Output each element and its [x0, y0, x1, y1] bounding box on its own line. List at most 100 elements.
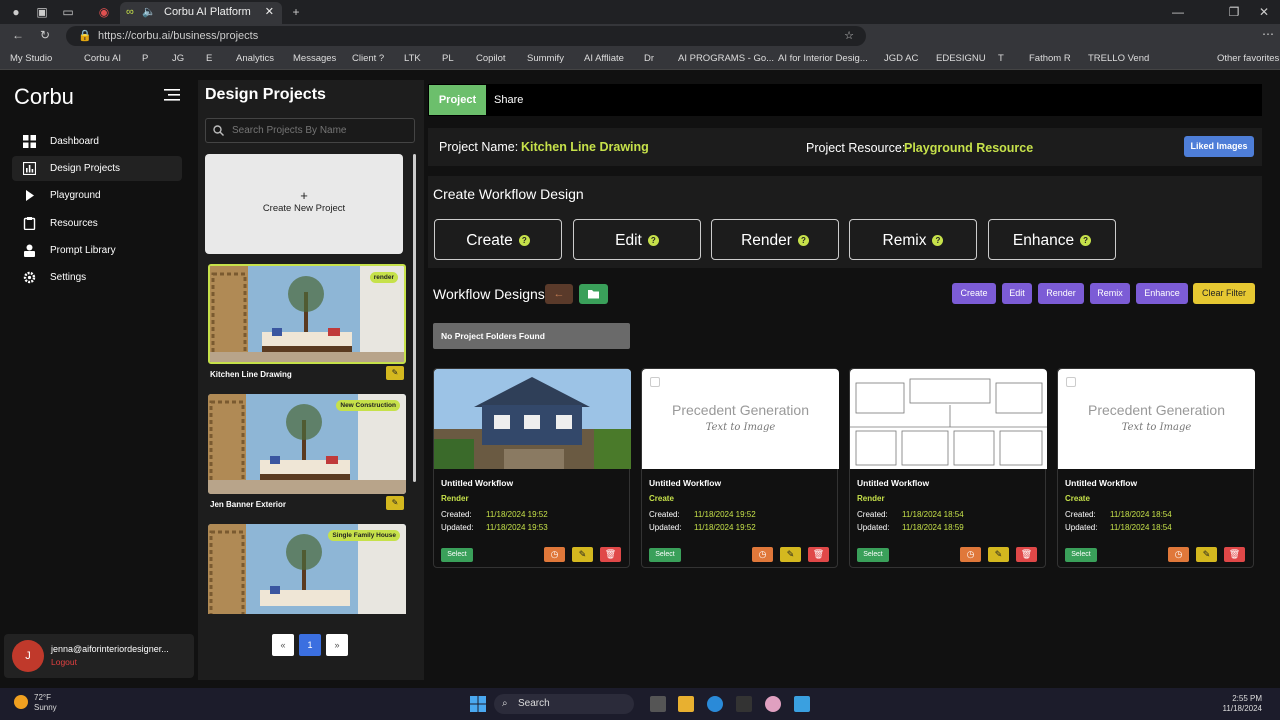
- app-icon[interactable]: [736, 696, 752, 712]
- tab-project[interactable]: Project: [429, 85, 486, 115]
- scrollbar-thumb[interactable]: [413, 154, 416, 482]
- select-button[interactable]: Select: [441, 548, 473, 562]
- edit-button[interactable]: ✎: [988, 547, 1009, 562]
- pagination-page-button[interactable]: 1: [299, 634, 321, 656]
- workflow-remix-button[interactable]: Remix?: [849, 219, 977, 260]
- delete-button[interactable]: 🗑: [1224, 547, 1245, 562]
- windows-start-icon[interactable]: [470, 696, 486, 712]
- select-button[interactable]: Select: [649, 548, 681, 562]
- filter-edit-button[interactable]: Edit: [1002, 283, 1032, 304]
- workflow-card[interactable]: Precedent Generation Text to Image Untit…: [1057, 368, 1255, 568]
- filter-render-button[interactable]: Render: [1038, 283, 1084, 304]
- bookmark[interactable]: My Studio: [10, 53, 52, 64]
- bookmark[interactable]: JGD AC: [884, 53, 918, 64]
- bookmark[interactable]: P: [142, 53, 148, 64]
- bookmark[interactable]: Fathom R: [1029, 53, 1071, 64]
- app-icon[interactable]: [794, 696, 810, 712]
- edit-button[interactable]: ✎: [572, 547, 593, 562]
- filter-create-button[interactable]: Create: [952, 283, 996, 304]
- bookmark[interactable]: AI Affliate: [584, 53, 624, 64]
- bookmark[interactable]: Messages: [293, 53, 336, 64]
- url-input[interactable]: 🔒 https://corbu.ai/business/projects ☆: [66, 26, 866, 46]
- select-button[interactable]: Select: [1065, 548, 1097, 562]
- refresh-icon[interactable]: ↻: [40, 28, 50, 42]
- help-icon[interactable]: ?: [932, 235, 944, 247]
- browser-tab-active[interactable]: ∞ 🔈 Corbu AI Platform ✕: [120, 2, 282, 24]
- pagination-next-button[interactable]: »: [326, 634, 348, 656]
- minimize-icon[interactable]: —: [1170, 4, 1186, 20]
- history-button[interactable]: ◷: [960, 547, 981, 562]
- bookmark[interactable]: AI for Interior Desig...: [778, 53, 868, 64]
- filter-enhance-button[interactable]: Enhance: [1136, 283, 1188, 304]
- history-button[interactable]: ◷: [752, 547, 773, 562]
- select-button[interactable]: Select: [857, 548, 889, 562]
- search-input[interactable]: [205, 118, 415, 143]
- file-explorer-icon[interactable]: [678, 696, 694, 712]
- taskbar-search[interactable]: ⌕ Search: [494, 694, 634, 714]
- new-tab-icon[interactable]: +: [288, 4, 304, 20]
- close-window-icon[interactable]: ✕: [1256, 4, 1272, 20]
- sidebar-item-settings[interactable]: Settings: [12, 265, 182, 290]
- help-icon[interactable]: ?: [647, 235, 659, 247]
- edit-button[interactable]: ✎: [1196, 547, 1217, 562]
- favorite-star-icon[interactable]: ☆: [844, 26, 854, 46]
- back-icon[interactable]: ←: [12, 28, 24, 42]
- speaker-icon[interactable]: 🔈: [142, 2, 156, 22]
- help-icon[interactable]: ?: [518, 235, 530, 247]
- workflow-edit-button[interactable]: Edit?: [573, 219, 701, 260]
- delete-button[interactable]: 🗑: [1016, 547, 1037, 562]
- bookmark[interactable]: AI PROGRAMS - Go...: [678, 53, 774, 64]
- bookmark[interactable]: Analytics: [236, 53, 274, 64]
- weather-widget[interactable]: 72°F Sunny: [14, 693, 57, 713]
- workflow-card[interactable]: Untitled Workflow Render Created: 11/18/2…: [433, 368, 631, 568]
- clear-filter-button[interactable]: Clear Filter: [1193, 283, 1255, 304]
- bookmark[interactable]: LTK: [404, 53, 421, 64]
- edit-button[interactable]: ✎: [780, 547, 801, 562]
- bookmark[interactable]: PL: [442, 53, 454, 64]
- more-icon[interactable]: ⋯: [1262, 27, 1274, 41]
- select-checkbox[interactable]: [650, 377, 660, 387]
- task-view-icon[interactable]: [650, 696, 666, 712]
- bookmark[interactable]: TRELLO Vend: [1088, 53, 1149, 64]
- sidebar-item-prompt-library[interactable]: Prompt Library: [12, 238, 182, 263]
- sidebar-item-design-projects[interactable]: Design Projects: [12, 156, 182, 181]
- tab-actions-icon[interactable]: ▭: [60, 4, 76, 20]
- bookmark[interactable]: EDESIGNU: [936, 53, 986, 64]
- create-new-project-card[interactable]: + Create New Project: [205, 154, 403, 254]
- bookmark[interactable]: Copilot: [476, 53, 506, 64]
- edit-project-button[interactable]: ✎: [386, 496, 404, 510]
- add-folder-button[interactable]: [579, 284, 608, 304]
- workflow-card[interactable]: Untitled Workflow Render Created: 11/18/2…: [849, 368, 1047, 568]
- tab-share[interactable]: Share: [494, 85, 523, 115]
- bookmark[interactable]: T: [998, 53, 1004, 64]
- history-button[interactable]: ◷: [1168, 547, 1189, 562]
- sidebar-item-playground[interactable]: Playground: [12, 183, 182, 208]
- workflow-create-button[interactable]: Create?: [434, 219, 562, 260]
- chrome-icon[interactable]: [765, 696, 781, 712]
- app-logo[interactable]: Corbu: [14, 84, 74, 110]
- close-tab-icon[interactable]: ✕: [265, 2, 274, 22]
- help-icon[interactable]: ?: [1080, 235, 1092, 247]
- bookmark[interactable]: JG: [172, 53, 184, 64]
- sidebar-item-resources[interactable]: Resources: [12, 211, 182, 236]
- recording-icon[interactable]: ◉: [96, 4, 112, 20]
- history-button[interactable]: ◷: [544, 547, 565, 562]
- help-icon[interactable]: ?: [797, 235, 809, 247]
- bookmark[interactable]: Dr: [644, 53, 654, 64]
- select-checkbox[interactable]: [1066, 377, 1076, 387]
- workflow-render-button[interactable]: Render?: [711, 219, 839, 260]
- edit-project-button[interactable]: ✎: [386, 366, 404, 380]
- logout-link[interactable]: Logout: [51, 657, 77, 667]
- menu-toggle-icon[interactable]: [164, 88, 180, 102]
- workflow-card[interactable]: Precedent Generation Text to Image Untit…: [641, 368, 839, 568]
- workflow-enhance-button[interactable]: Enhance?: [988, 219, 1116, 260]
- liked-images-button[interactable]: Liked Images: [1184, 136, 1254, 157]
- filter-remix-button[interactable]: Remix: [1090, 283, 1130, 304]
- maximize-icon[interactable]: ❐: [1226, 4, 1242, 20]
- back-arrow-button[interactable]: ←: [545, 284, 573, 304]
- bookmark[interactable]: E: [206, 53, 212, 64]
- system-clock[interactable]: 2:55 PM 11/18/2024: [1223, 694, 1262, 714]
- profile-icon[interactable]: ●: [8, 4, 24, 20]
- bookmark[interactable]: Corbu AI: [84, 53, 121, 64]
- bookmark[interactable]: Client ?: [352, 53, 384, 64]
